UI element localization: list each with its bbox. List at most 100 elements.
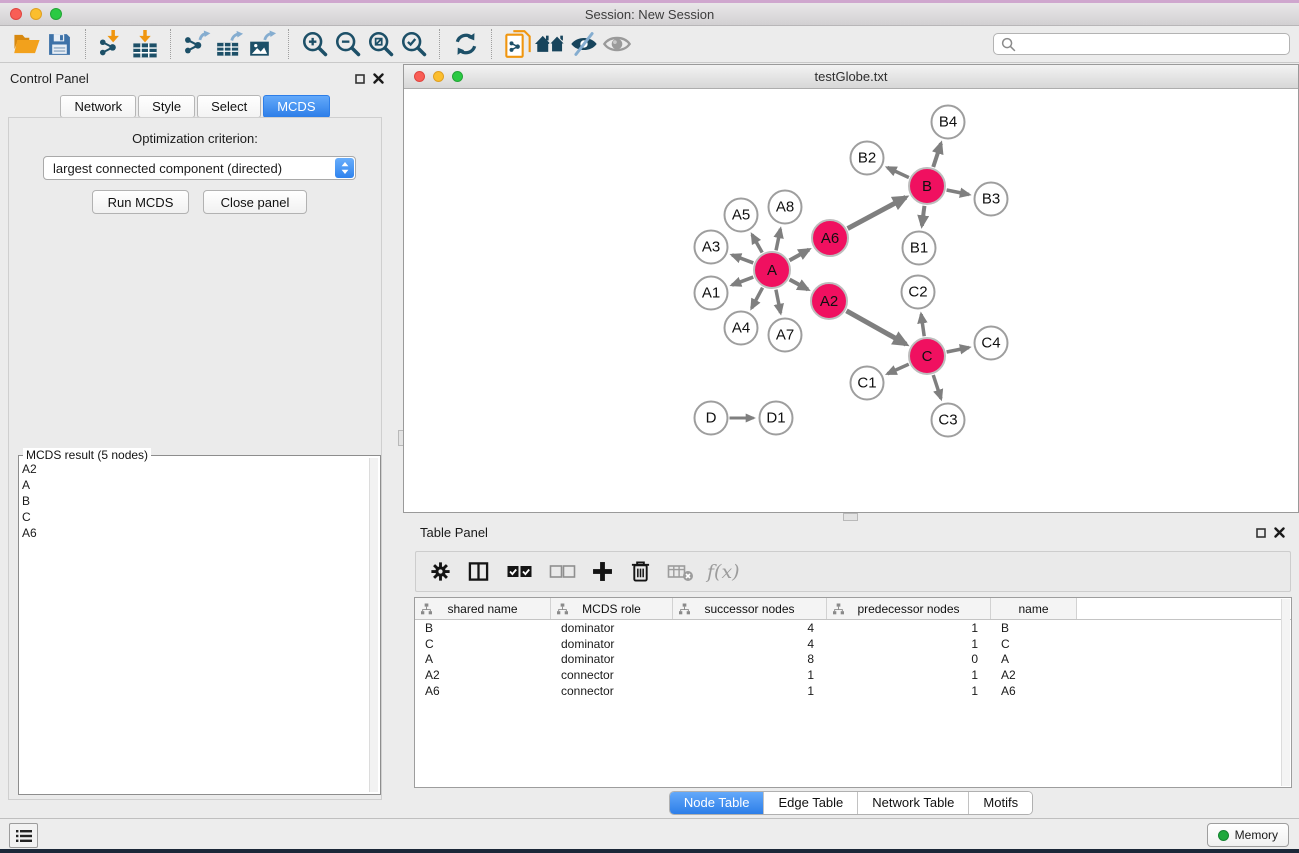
graph-node-D[interactable]: D <box>694 401 729 436</box>
destroy-table-button[interactable] <box>662 556 698 588</box>
zoom-selected-button[interactable] <box>397 28 430 60</box>
graph-edge-A-A6[interactable] <box>790 250 809 261</box>
tab-motifs[interactable]: Motifs <box>968 792 1032 814</box>
tab-mcds[interactable]: MCDS <box>263 95 329 118</box>
add-column-button[interactable] <box>586 556 619 588</box>
import-network-button[interactable] <box>95 28 128 60</box>
run-mcds-button[interactable]: Run MCDS <box>92 190 189 214</box>
mcds-result-item[interactable]: A2 <box>22 461 366 477</box>
close-panel-button[interactable]: Close panel <box>203 190 307 214</box>
graph-edge-B-B3[interactable] <box>947 190 969 195</box>
table-row[interactable]: A6connector11A6 <box>415 683 1291 699</box>
graph-node-A[interactable]: A <box>753 251 791 289</box>
memory-button[interactable]: Memory <box>1207 823 1289 847</box>
graph-edge-B-B1[interactable] <box>922 206 925 226</box>
graph-node-A8[interactable]: A8 <box>768 190 803 225</box>
show-hidden-button[interactable] <box>600 28 633 60</box>
split-pane-grip-horizontal[interactable] <box>843 513 858 521</box>
tab-edge-table[interactable]: Edge Table <box>763 792 857 814</box>
delete-column-button[interactable] <box>624 556 657 588</box>
show-columns-button[interactable] <box>462 556 495 588</box>
graph-edge-B-B4[interactable] <box>933 143 941 167</box>
mcds-result-item[interactable]: B <box>22 493 366 509</box>
graph-edge-B-B2[interactable] <box>887 168 908 178</box>
graph-node-A1[interactable]: A1 <box>694 276 729 311</box>
graph-node-C2[interactable]: C2 <box>901 275 936 310</box>
create-network-from-selection-button[interactable] <box>501 28 534 60</box>
float-table-panel-icon[interactable] <box>1256 528 1266 538</box>
graph-node-D1[interactable]: D1 <box>759 401 794 436</box>
column-header-name[interactable]: name <box>991 598 1077 619</box>
optimization-criterion-dropdown[interactable]: largest connected component (directed) <box>43 156 356 180</box>
table-row[interactable]: Cdominator41C <box>415 636 1291 652</box>
hide-selected-button[interactable] <box>567 28 600 60</box>
graph-edge-A-A2[interactable] <box>790 280 808 290</box>
function-builder-button[interactable]: f(x) <box>703 561 740 583</box>
export-network-button[interactable] <box>180 28 213 60</box>
network-canvas[interactable]: A A1 A2 A3 A4 A5 A6 A7 A8 B B1 B2 B3 B4 C C1 C2 C3 C4 D D1 <box>404 89 1298 512</box>
save-session-button[interactable] <box>43 28 76 60</box>
close-panel-icon[interactable] <box>373 73 384 84</box>
zoom-fit-button[interactable] <box>364 28 397 60</box>
graph-edge-A-A5[interactable] <box>752 235 762 253</box>
deselect-all-button[interactable] <box>543 556 581 588</box>
table-scrollbar[interactable] <box>1281 599 1290 786</box>
select-all-button[interactable] <box>500 556 538 588</box>
export-table-button[interactable] <box>213 28 246 60</box>
zoom-in-button[interactable] <box>298 28 331 60</box>
graph-edge-C-C2[interactable] <box>921 314 924 336</box>
graph-edge-C-C1[interactable] <box>888 364 909 374</box>
graph-node-B3[interactable]: B3 <box>974 182 1009 217</box>
graph-node-B2[interactable]: B2 <box>850 141 885 176</box>
graph-edge-A-A1[interactable] <box>732 277 753 285</box>
table-settings-button[interactable] <box>424 556 457 588</box>
table-row[interactable]: Adominator80A <box>415 652 1291 668</box>
open-file-button[interactable] <box>10 28 43 60</box>
graph-edge-A2-C[interactable] <box>846 311 906 344</box>
import-table-button[interactable] <box>128 28 161 60</box>
graph-edge-A6-B[interactable] <box>848 197 906 228</box>
mcds-list-scrollbar[interactable] <box>369 458 378 792</box>
graph-node-A6[interactable]: A6 <box>811 219 849 257</box>
graph-node-C1[interactable]: C1 <box>850 366 885 401</box>
float-panel-icon[interactable] <box>355 74 365 84</box>
graph-node-A7[interactable]: A7 <box>768 318 803 353</box>
tab-select[interactable]: Select <box>197 95 261 118</box>
graph-node-A3[interactable]: A3 <box>694 230 729 265</box>
search-field[interactable] <box>993 33 1290 55</box>
graph-node-A5[interactable]: A5 <box>724 198 759 233</box>
refresh-view-button[interactable] <box>449 28 482 60</box>
graph-node-A2[interactable]: A2 <box>810 282 848 320</box>
graph-edge-A-A8[interactable] <box>776 229 780 250</box>
search-input[interactable] <box>1021 37 1289 52</box>
column-header-predecessor-nodes[interactable]: predecessor nodes <box>827 598 991 619</box>
zoom-out-button[interactable] <box>331 28 364 60</box>
mcds-result-item[interactable]: A6 <box>22 525 366 541</box>
tab-style[interactable]: Style <box>138 95 195 118</box>
graph-node-C4[interactable]: C4 <box>974 326 1009 361</box>
export-image-button[interactable] <box>246 28 279 60</box>
graph-edge-C-C4[interactable] <box>947 347 969 352</box>
network-window-titlebar[interactable]: testGlobe.txt <box>404 65 1298 89</box>
graph-edge-A-A4[interactable] <box>752 288 763 309</box>
graph-node-A4[interactable]: A4 <box>724 311 759 346</box>
close-table-panel-icon[interactable] <box>1274 527 1285 538</box>
show-panels-button[interactable] <box>9 823 38 848</box>
graph-node-B1[interactable]: B1 <box>902 231 937 266</box>
table-row[interactable]: Bdominator41B <box>415 620 1291 636</box>
column-header-MCDS-role[interactable]: MCDS role <box>551 598 673 619</box>
column-header-shared-name[interactable]: shared name <box>415 598 551 619</box>
tab-node-table[interactable]: Node Table <box>670 792 764 814</box>
mcds-result-item[interactable]: C <box>22 509 366 525</box>
column-header-successor-nodes[interactable]: successor nodes <box>673 598 827 619</box>
graph-edge-A-A7[interactable] <box>776 290 781 313</box>
graph-node-C[interactable]: C <box>908 337 946 375</box>
graph-node-C3[interactable]: C3 <box>931 403 966 438</box>
graph-node-B4[interactable]: B4 <box>931 105 966 140</box>
graph-node-B[interactable]: B <box>908 167 946 205</box>
graph-edge-A-A3[interactable] <box>732 255 753 263</box>
mcds-result-item[interactable]: A <box>22 477 366 493</box>
graph-edge-C-C3[interactable] <box>933 375 941 399</box>
mcds-result-list[interactable]: A2ABCA6 <box>22 461 366 791</box>
tab-network-table[interactable]: Network Table <box>857 792 968 814</box>
